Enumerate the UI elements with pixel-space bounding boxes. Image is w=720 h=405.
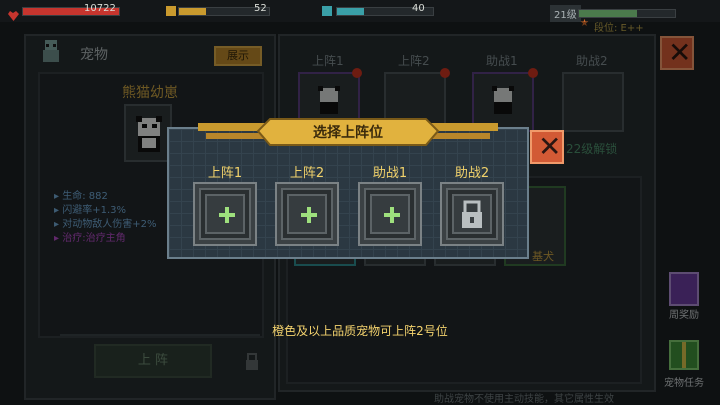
heart-icon — [8, 6, 19, 21]
hp-value: 10722 — [84, 3, 116, 14]
lock-icon — [462, 200, 482, 228]
energy-icon — [166, 6, 176, 16]
modal-slot-label-4: 助战2 — [454, 166, 490, 181]
modal-slot-1[interactable] — [193, 182, 257, 246]
exp-icon — [322, 6, 332, 16]
modal-slot-3[interactable] — [358, 182, 422, 246]
modal-slot-label-3: 助战1 — [372, 166, 408, 181]
modal-slot-4[interactable] — [440, 182, 504, 246]
exp-value: 40 — [412, 3, 425, 14]
close-icon: ✕ — [538, 130, 562, 163]
modal-title: 选择上阵位 — [313, 125, 383, 141]
modal-slot-label-1: 上阵1 — [207, 166, 243, 181]
level-badge: 21级 — [550, 5, 581, 22]
modal-slot-label-2: 上阵2 — [289, 166, 325, 181]
modal-close-button[interactable]: ✕ — [530, 130, 564, 164]
hint-message: 橙色及以上品质宠物可上阵2号位 — [272, 324, 448, 338]
modal-slot-2[interactable] — [275, 182, 339, 246]
level-bar — [578, 9, 676, 18]
energy-value: 52 — [254, 3, 267, 14]
